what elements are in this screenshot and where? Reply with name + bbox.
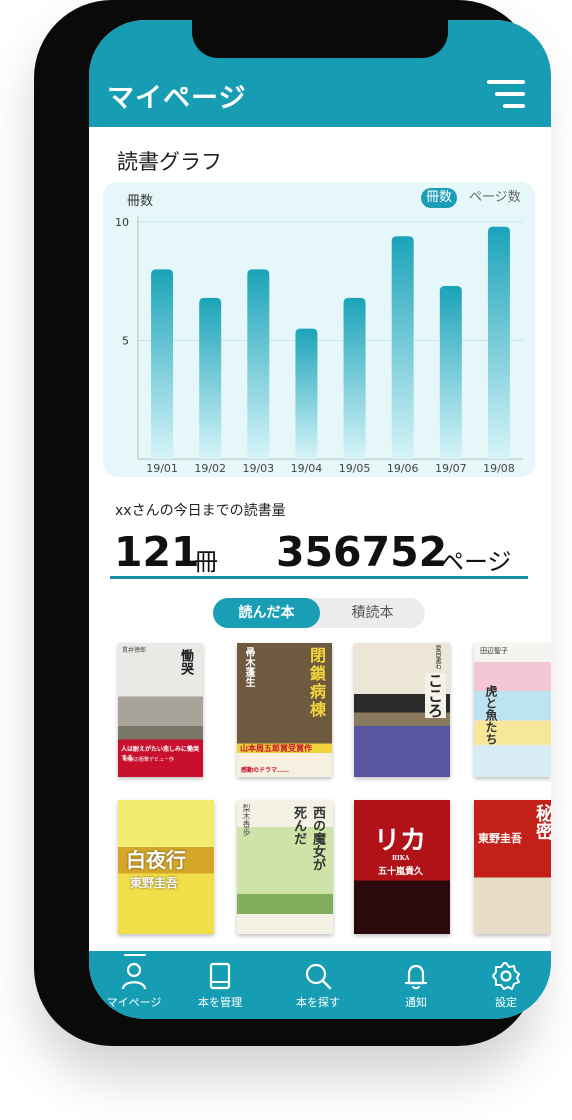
- chart-bar: [151, 269, 174, 459]
- x-tick-label: 19/06: [387, 462, 419, 475]
- book-cover[interactable]: こころ 夏目漱石: [354, 643, 450, 777]
- book-cover[interactable]: リカ RIKA 五十嵐貴久: [354, 800, 450, 934]
- tab-settings[interactable]: 設定: [461, 951, 551, 1019]
- book-cover[interactable]: 閉鎖病棟 帚木蓬生 山本周五郎賞受賞作 感動のドラマ……: [237, 643, 332, 777]
- x-tick-label: 19/03: [242, 462, 274, 475]
- x-tick-label: 19/04: [291, 462, 323, 475]
- book-author: 五十嵐貴久: [378, 867, 424, 877]
- active-tab-indicator: [124, 954, 146, 956]
- chart-bar: [487, 226, 510, 459]
- book-title: こころ: [425, 673, 446, 718]
- book-cover[interactable]: 虎と魚たち 田辺聖子: [474, 643, 551, 777]
- chart-bar: [295, 328, 318, 459]
- app-screen: マイページ 読書グラフ 5 10 19/01 19/02 19/03 19/04 19/05…: [89, 20, 551, 1019]
- bell-icon: [404, 964, 428, 990]
- y-tick-label: 10: [115, 216, 129, 229]
- chart-bar: [343, 297, 366, 459]
- pages-count: 356752: [276, 528, 448, 576]
- book-author: 梨木香歩: [242, 804, 251, 836]
- page-title: マイページ: [107, 83, 247, 114]
- y-tick-label: 5: [122, 335, 129, 348]
- x-tick-label: 19/02: [194, 462, 226, 475]
- tab-mypage[interactable]: マイページ: [89, 951, 179, 1019]
- y-axis-label: 冊数: [127, 194, 154, 209]
- book-subtitle: RIKA: [392, 855, 410, 862]
- reading-chart: 5 10 19/01 19/02 19/03 19/04 19/05 19/06 19/07 19…: [103, 182, 535, 477]
- search-icon: [305, 963, 332, 990]
- notch: [192, 20, 448, 58]
- x-tick-label: 19/05: [339, 462, 371, 475]
- graph-section-title: 読書グラフ: [117, 150, 222, 174]
- book-title: リカ: [374, 826, 427, 856]
- tab-notifications[interactable]: 通知: [371, 951, 461, 1019]
- tab-label: 通知: [405, 996, 427, 1009]
- books-unit: 冊: [194, 548, 218, 576]
- book-band-text: 山本周五郎賞受賞作: [240, 743, 312, 753]
- book-author: 東野圭吾: [478, 832, 522, 845]
- book-list-segment: 読んだ本 積読本: [213, 598, 425, 628]
- book-author: 夏目漱石: [434, 645, 441, 669]
- book-band-sub: 感動のドラマ……: [241, 767, 290, 774]
- book-author: 帚木蓬生: [243, 647, 254, 687]
- tab-search-books[interactable]: 本を探す: [273, 951, 363, 1019]
- book-title: 白夜行: [126, 848, 186, 872]
- user-icon: [121, 962, 147, 990]
- tab-label: マイページ: [106, 996, 162, 1009]
- tab-label: 本を管理: [198, 996, 242, 1009]
- book-author: 田辺聖子: [480, 647, 508, 655]
- chart-bar: [199, 297, 222, 459]
- book-title: 閉鎖病棟: [307, 647, 326, 719]
- x-tick-label: 19/08: [483, 462, 515, 475]
- book-title: 西の魔女が死んだ: [291, 806, 325, 871]
- book-author: 貫井徳郎: [122, 647, 147, 654]
- tab-manage-books[interactable]: 本を管理: [175, 951, 265, 1019]
- tab-read-books[interactable]: 読んだ本: [213, 598, 320, 628]
- phone-frame: マイページ 読書グラフ 5 10 19/01 19/02 19/03 19/04 19/05…: [34, 0, 551, 1046]
- stats-underline: [110, 576, 528, 579]
- books-count: 121: [114, 528, 200, 576]
- book-title: 虎と魚たち: [484, 685, 498, 745]
- menu-icon[interactable]: [487, 80, 525, 110]
- chart-bar: [391, 236, 414, 459]
- book-icon: [209, 962, 231, 990]
- toggle-pages-button[interactable]: ページ数: [469, 188, 521, 208]
- stats-caption: xxさんの今日までの読書量: [115, 503, 286, 519]
- tab-label: 設定: [495, 996, 517, 1009]
- chart-canvas: 5 10 19/01 19/02 19/03 19/04 19/05 19/06 19/07 19…: [115, 216, 523, 475]
- tab-label: 本を探す: [296, 996, 340, 1009]
- toggle-books-button[interactable]: 冊数: [421, 188, 457, 208]
- x-tick-label: 19/07: [435, 462, 467, 475]
- book-cover[interactable]: 白夜行 東野圭吾: [118, 800, 214, 934]
- book-cover[interactable]: 西の魔女が死んだ 梨木香歩: [237, 800, 333, 934]
- chart-bar: [247, 269, 270, 459]
- bottom-tab-bar: マイページ 本を管理 本を探す 通知 設定: [89, 951, 551, 1019]
- gear-icon: [492, 962, 520, 990]
- tab-unread-books[interactable]: 積読本: [320, 598, 425, 628]
- book-cover[interactable]: 慟哭 貫井徳郎 人は耐えがたい悲しみに慟哭する 新鋭の衝撃デビュー作: [118, 643, 203, 777]
- book-author: 東野圭吾: [130, 876, 179, 890]
- pages-unit: ページ: [440, 548, 512, 576]
- book-title: 慟哭: [178, 649, 193, 675]
- chart-bar: [439, 285, 462, 459]
- book-band-sub: 新鋭の衝撃デビュー作: [124, 757, 175, 763]
- book-cover[interactable]: 秘密 東野圭吾: [474, 800, 551, 934]
- x-tick-label: 19/01: [146, 462, 178, 475]
- book-title: 秘密: [533, 804, 551, 840]
